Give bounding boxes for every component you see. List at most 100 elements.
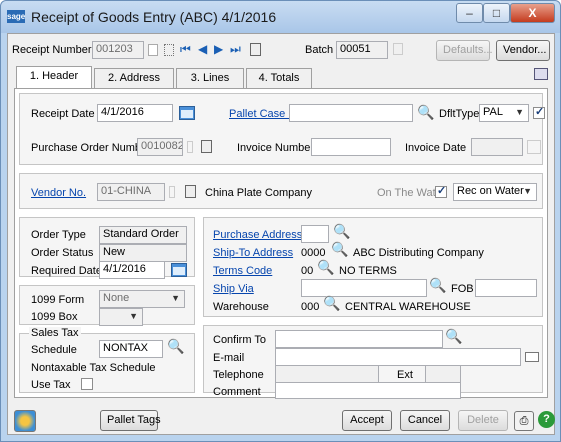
po-number-label: Purchase Order Number bbox=[31, 142, 151, 154]
use-tax-label: Use Tax bbox=[31, 379, 71, 391]
ext-field[interactable] bbox=[425, 365, 461, 383]
print-preview-icon[interactable] bbox=[534, 68, 548, 80]
client-area: Receipt Number 001203 ⏮ ◀ ▶ ⏭ Batch 0005… bbox=[7, 33, 555, 435]
calendar-icon[interactable] bbox=[179, 106, 195, 120]
invoice-number-label: Invoice Number bbox=[237, 142, 315, 154]
on-the-water-checkbox[interactable] bbox=[435, 184, 447, 198]
ship-to-search-icon[interactable]: 🔍 bbox=[331, 241, 348, 258]
printer-icon[interactable]: ⎙ bbox=[514, 411, 534, 431]
previous-record-icon[interactable]: ◀ bbox=[198, 42, 207, 56]
email-envelope-icon[interactable] bbox=[525, 352, 539, 362]
tab-lines[interactable]: 3. Lines bbox=[176, 68, 244, 88]
form-1099-label: 1099 Form bbox=[31, 294, 85, 306]
po-lookup-icon[interactable] bbox=[187, 141, 193, 153]
schedule-field[interactable]: NONTAX bbox=[99, 340, 163, 358]
vendor-lookup-icon[interactable] bbox=[169, 186, 175, 198]
maximize-button[interactable]: □ bbox=[483, 3, 510, 23]
schedule-search-icon[interactable]: 🔍 bbox=[167, 338, 184, 355]
vendor-name: China Plate Company bbox=[205, 187, 313, 199]
ship-to-code: 0000 bbox=[301, 247, 326, 259]
po-number-field[interactable]: 0010082 bbox=[137, 138, 183, 156]
tab-header[interactable]: 1. Header bbox=[16, 66, 92, 88]
accept-button[interactable]: Accept bbox=[342, 410, 392, 431]
defaults-button[interactable]: Defaults... bbox=[436, 40, 493, 61]
terms-code-search-icon[interactable]: 🔍 bbox=[317, 259, 334, 276]
form-1099-select[interactable]: None bbox=[99, 290, 185, 308]
warehouse-search-icon[interactable]: 🔍 bbox=[323, 295, 340, 312]
dflt-type-select[interactable]: PAL bbox=[479, 104, 529, 122]
use-tax-checkbox[interactable] bbox=[81, 378, 93, 390]
comment-label: Comment bbox=[213, 386, 261, 398]
vendor-no-field[interactable]: 01-CHINA bbox=[97, 183, 165, 201]
close-button[interactable]: X bbox=[510, 3, 555, 23]
ship-via-field[interactable] bbox=[301, 279, 427, 297]
schedule-label: Schedule bbox=[31, 344, 77, 356]
required-date-field[interactable]: 4/1/2016 bbox=[99, 261, 165, 279]
tab-address[interactable]: 2. Address bbox=[94, 68, 174, 88]
terms-code-link[interactable]: Terms Code bbox=[213, 265, 272, 277]
ship-to-address-link[interactable]: Ship-To Address bbox=[213, 247, 293, 259]
terms-code: 00 bbox=[301, 265, 314, 277]
vendor-notes-icon[interactable] bbox=[185, 185, 196, 198]
warehouse-name: CENTRAL WAREHOUSE bbox=[345, 301, 471, 313]
first-record-icon[interactable]: ⏮ bbox=[180, 42, 191, 57]
box-1099-select[interactable] bbox=[99, 308, 143, 326]
invoice-date-label: Invoice Date bbox=[405, 142, 467, 154]
confirm-to-search-icon[interactable]: 🔍 bbox=[445, 328, 462, 345]
email-label: E-mail bbox=[213, 352, 245, 364]
tab-totals-label: 4. Totals bbox=[258, 72, 300, 84]
tab-totals[interactable]: 4. Totals bbox=[246, 68, 312, 88]
invoice-number-field[interactable] bbox=[311, 138, 391, 156]
ext-label: Ext bbox=[397, 369, 413, 381]
invoice-date-field[interactable] bbox=[471, 138, 523, 156]
receipt-number-field[interactable]: 001203 bbox=[92, 41, 144, 59]
ship-via-link[interactable]: Ship Via bbox=[213, 283, 254, 295]
notes-icon[interactable] bbox=[250, 43, 261, 56]
rec-on-water-value: Rec on Water bbox=[457, 185, 524, 197]
ship-via-search-icon[interactable]: 🔍 bbox=[429, 277, 446, 294]
cancel-button[interactable]: Cancel bbox=[400, 410, 450, 431]
pallet-tags-button[interactable]: Pallet Tags bbox=[100, 410, 161, 431]
next-record-icon[interactable]: ▶ bbox=[214, 42, 223, 56]
sage-app-icon: sage bbox=[7, 10, 26, 23]
batch-lookup-icon[interactable] bbox=[393, 43, 403, 55]
email-field[interactable] bbox=[275, 348, 521, 366]
search-icon[interactable]: 🔍 bbox=[417, 104, 434, 121]
last-record-icon[interactable]: ⏭ bbox=[230, 42, 241, 57]
form-1099-value: None bbox=[103, 292, 130, 304]
order-status-label: Order Status bbox=[31, 247, 94, 259]
warehouse-code: 000 bbox=[301, 301, 320, 313]
minimize-button[interactable]: – bbox=[456, 3, 483, 23]
dflt-type-checkbox[interactable] bbox=[533, 105, 545, 119]
receipt-date-field[interactable]: 4/1/2016 bbox=[97, 104, 173, 122]
delete-button[interactable]: Delete bbox=[458, 410, 508, 431]
order-type-label: Order Type bbox=[31, 229, 86, 241]
lookup-icon[interactable] bbox=[148, 44, 158, 56]
confirm-to-field[interactable] bbox=[275, 330, 443, 348]
rec-on-water-select[interactable]: Rec on Water bbox=[453, 183, 537, 201]
order-status-value: New bbox=[99, 244, 187, 262]
help-wheel-icon[interactable] bbox=[14, 410, 36, 432]
telephone-field[interactable] bbox=[275, 365, 379, 383]
po-notes-icon[interactable] bbox=[201, 140, 212, 153]
help-icon[interactable]: ? bbox=[538, 411, 555, 428]
invoice-calendar-icon[interactable] bbox=[527, 140, 541, 154]
header-tab-panel: Receipt Date 4/1/2016 Pallet Case ID 🔍 D… bbox=[14, 88, 548, 399]
confirm-to-label: Confirm To bbox=[213, 334, 266, 346]
fob-field[interactable] bbox=[475, 279, 537, 297]
purchase-address-link[interactable]: Purchase Address bbox=[213, 229, 302, 241]
warehouse-label: Warehouse bbox=[213, 301, 269, 313]
purchase-address-search-icon[interactable]: 🔍 bbox=[333, 223, 350, 240]
required-date-label: Required Date bbox=[31, 265, 102, 277]
comment-field[interactable] bbox=[275, 382, 461, 399]
vendor-button[interactable]: Vendor... bbox=[496, 40, 550, 61]
pallet-case-id-field[interactable] bbox=[289, 104, 413, 122]
tab-lines-label: 3. Lines bbox=[190, 72, 230, 84]
vendor-no-link[interactable]: Vendor No. bbox=[31, 187, 86, 199]
batch-field[interactable]: 00051 bbox=[336, 41, 388, 59]
purchase-address-field[interactable] bbox=[301, 225, 329, 243]
required-date-calendar-icon[interactable] bbox=[171, 263, 187, 277]
schedule-description: Nontaxable Tax Schedule bbox=[31, 362, 156, 374]
new-record-icon[interactable] bbox=[164, 44, 174, 56]
terms-description: NO TERMS bbox=[339, 265, 397, 277]
